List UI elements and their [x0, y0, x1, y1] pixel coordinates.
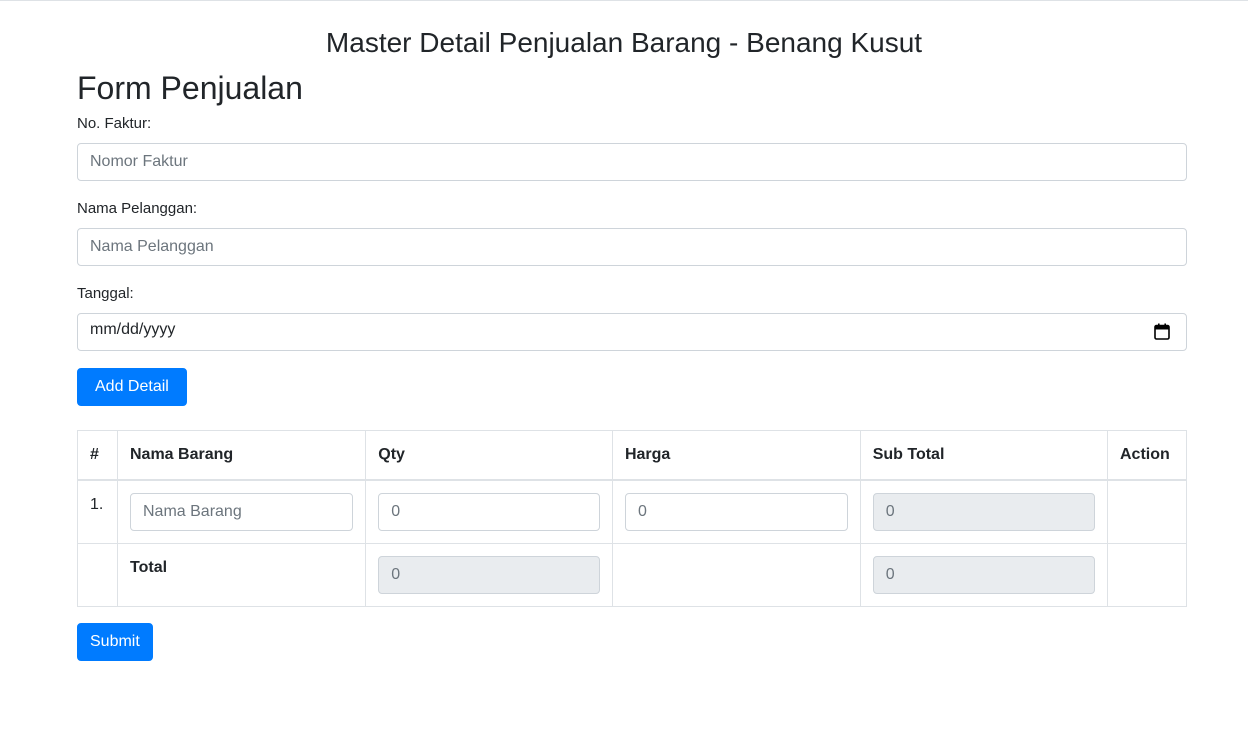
subtotal-input [872, 493, 1095, 531]
faktur-input[interactable] [77, 143, 1187, 181]
calendar-icon[interactable] [1154, 323, 1170, 340]
tanggal-input[interactable] [77, 313, 1187, 351]
header-qty: Qty [365, 430, 613, 481]
cell-qty [365, 479, 613, 544]
total-label: Total [116, 543, 367, 607]
faktur-group: No. Faktur: [77, 113, 1187, 181]
form-container: Form Penjualan No. Faktur: Nama Pelangga… [77, 68, 1187, 661]
row-number: 1. [77, 479, 118, 544]
cell-total-subtotal [859, 543, 1109, 607]
total-harga-empty [611, 543, 861, 607]
date-field: mm/dd/yyyy [77, 313, 1187, 351]
header-nama-barang: Nama Barang [116, 430, 367, 481]
total-qty-input [378, 556, 600, 594]
qty-input[interactable] [378, 493, 600, 531]
pelanggan-label: Nama Pelanggan: [77, 200, 198, 217]
page-title: Master Detail Penjualan Barang - Benang … [325, 27, 923, 58]
table-header-row: # Nama Barang Qty Harga Sub Total Action [77, 430, 1187, 481]
cell-action [1107, 479, 1187, 544]
cell-harga [611, 479, 861, 544]
submit-wrap: Submit [77, 623, 1187, 661]
header-subtotal: Sub Total [859, 430, 1109, 481]
cell-total-qty [365, 543, 613, 607]
tanggal-group: Tanggal: mm/dd/yyyy [77, 283, 1187, 351]
nama-barang-input[interactable] [130, 493, 354, 531]
harga-input[interactable] [624, 493, 848, 531]
total-action-empty [1107, 543, 1187, 607]
tanggal-label: Tanggal: [77, 285, 134, 302]
total-row: Total [77, 543, 1187, 607]
faktur-label: No. Faktur: [77, 115, 152, 132]
total-empty-cell [77, 543, 118, 607]
pelanggan-group: Nama Pelanggan: [77, 198, 1187, 266]
header-number: # [77, 430, 118, 481]
table-row: 1. [77, 479, 1187, 544]
header-harga: Harga [611, 430, 861, 481]
total-subtotal-input [872, 556, 1095, 594]
header-action: Action [1107, 430, 1187, 481]
cell-subtotal [859, 479, 1109, 544]
form-heading: Form Penjualan [77, 70, 303, 106]
detail-table: # Nama Barang Qty Harga Sub Total Action… [77, 430, 1187, 607]
submit-button[interactable]: Submit [77, 623, 153, 661]
cell-nama-barang [116, 479, 367, 544]
pelanggan-input[interactable] [77, 228, 1187, 266]
add-detail-button[interactable]: Add Detail [77, 368, 187, 406]
